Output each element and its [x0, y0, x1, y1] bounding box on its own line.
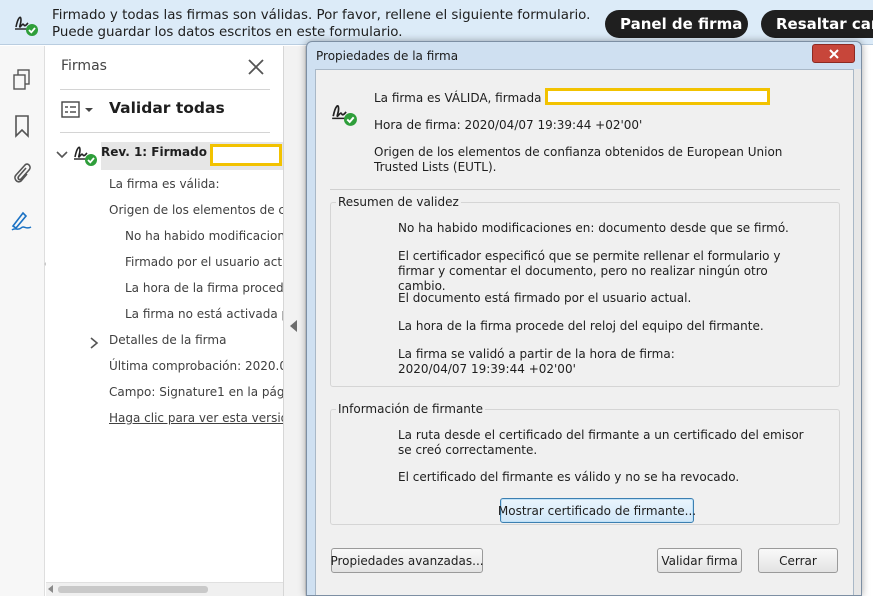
signature-panel-button[interactable]: Panel de firma — [605, 10, 748, 38]
summary-no-modifications: No ha habido modificaciones en: document… — [398, 221, 789, 235]
tree-item-last-check[interactable]: Última comprobación: 2020.04.2 — [109, 359, 283, 373]
valid-signature-icon — [74, 146, 97, 166]
dialog-content: La firma es VÁLIDA, firmada por Hora de … — [315, 69, 854, 595]
tree-item-time-source[interactable]: La hora de la firma procede del reloj de… — [125, 281, 283, 295]
validate-signature-button[interactable]: Validar firma — [657, 548, 742, 573]
advanced-properties-button[interactable]: Propiedades avanzadas... — [330, 548, 484, 573]
dialog-close-button[interactable] — [812, 44, 855, 63]
scrollbar-thumb[interactable] — [58, 586, 208, 593]
tree-item-signed-by-user[interactable]: Firmado por el usuario actual. — [125, 255, 283, 269]
redacted-signer-name — [210, 144, 282, 166]
scroll-left-icon[interactable] — [48, 585, 53, 593]
chevron-right-icon[interactable] — [88, 336, 100, 350]
horizontal-scrollbar[interactable] — [46, 582, 283, 596]
close-panel-icon[interactable] — [245, 56, 267, 78]
signer-info-title: Información de firmante — [336, 402, 486, 416]
divider — [330, 189, 840, 190]
pages-icon[interactable] — [8, 66, 36, 94]
dialog-title: Propiedades de la firma — [316, 49, 459, 63]
valid-signature-icon — [15, 16, 38, 36]
panel-title: Firmas — [61, 58, 107, 74]
options-menu-icon[interactable] — [60, 99, 100, 121]
vertical-scrollbar[interactable] — [854, 69, 861, 595]
tree-item-signature-valid[interactable]: La firma es válida: — [109, 177, 220, 191]
valid-signature-icon — [332, 105, 357, 126]
summary-validated-as-of: La firma se validó a partir de la hora d… — [398, 347, 675, 361]
validate-all-button[interactable]: Validar todas — [109, 99, 225, 117]
summary-signed-current-user: El documento está firmado por el usuario… — [398, 291, 692, 305]
chevron-down-icon[interactable] — [55, 149, 69, 161]
divider — [60, 89, 270, 90]
bookmark-icon[interactable] — [8, 112, 36, 140]
highlight-fields-button[interactable]: Resaltar cam — [761, 10, 873, 38]
tree-item-field[interactable]: Campo: Signature1 en la página — [109, 385, 283, 399]
signatures-panel: Firmas Validar todas Rev. 1: Firmado por… — [46, 46, 284, 596]
view-version-link[interactable]: Haga clic para ver esta versión — [109, 411, 283, 425]
summary-time-source: La hora de la firma procede del reloj de… — [398, 319, 764, 333]
signature-pen-icon[interactable] — [8, 206, 36, 234]
tree-item-ltv-not-enabled[interactable]: La firma no está activada para la valida… — [125, 307, 283, 321]
tree-item-signature-details[interactable]: Detalles de la firma — [109, 333, 226, 347]
panel-splitter[interactable] — [284, 46, 306, 596]
signature-properties-dialog: Propiedades de la firma La firma es VÁLI… — [306, 41, 862, 596]
close-button[interactable]: Cerrar — [758, 548, 838, 573]
signature-valid-text: La firma es VÁLIDA, firmada por — [374, 91, 566, 105]
signer-cert-valid: El certificado del firmante es válido y … — [398, 470, 740, 484]
trust-origin-text: Origen de los elementos de confianza obt… — [374, 145, 783, 174]
validity-summary-title: Resumen de validez — [336, 195, 461, 209]
document-message-bar: Firmado y todas las firmas son válidas. … — [0, 0, 873, 45]
divider — [60, 132, 270, 133]
tree-item-trust-origin[interactable]: Origen de los elementos de confianza obt… — [109, 203, 283, 217]
paperclip-icon[interactable] — [8, 159, 36, 187]
collapse-panel-icon[interactable] — [290, 320, 297, 332]
signer-path-valid: La ruta desde el certificado del firmant… — [398, 428, 804, 457]
signing-time: Hora de firma: 2020/04/07 19:39:44 +02'0… — [374, 118, 643, 132]
navigation-rail — [0, 46, 51, 596]
signature-status-message: Firmado y todas las firmas son válidas. … — [52, 8, 591, 40]
show-signer-certificate-button[interactable]: Mostrar certificado de firmante... — [498, 498, 696, 523]
summary-validated-time: 2020/04/07 19:39:44 +02'00' — [398, 362, 576, 376]
redacted-signer-name — [545, 88, 770, 105]
summary-certifier: El certificador especificó que se permit… — [398, 249, 781, 293]
close-icon — [828, 48, 839, 59]
tree-item-no-modifications[interactable]: No ha habido modificaciones en: document… — [125, 229, 283, 243]
